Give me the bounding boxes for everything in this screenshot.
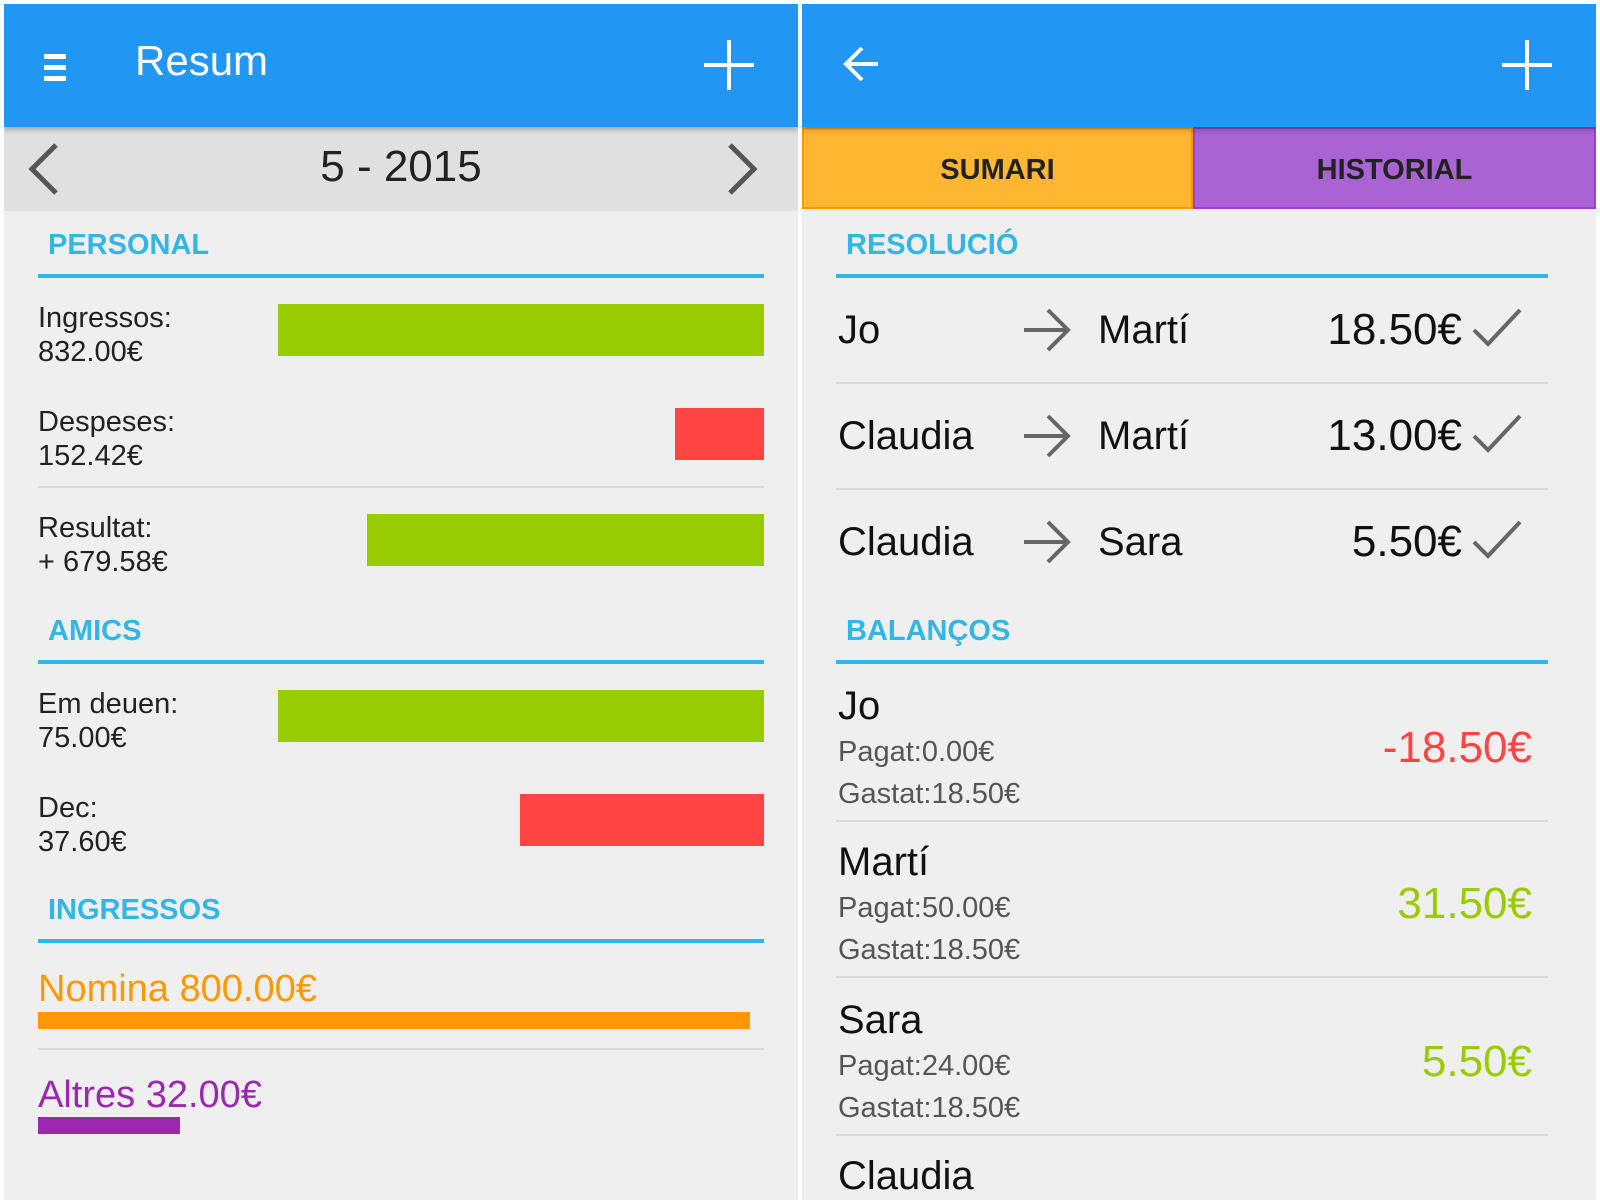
checkmark-icon[interactable] [1470, 412, 1524, 456]
row-divider [836, 820, 1548, 822]
section-title-personal: PERSONAL [48, 229, 210, 261]
row-divider [836, 1134, 1548, 1136]
expenses-bar [675, 408, 764, 460]
owed-to-me-bar [278, 690, 764, 742]
balance-amount: 31.50€ [1397, 879, 1532, 928]
app-bar [802, 4, 1596, 127]
income-value: 832.00€ [38, 336, 143, 368]
balance-spent: Gastat:18.50€ [838, 778, 1021, 810]
balance-spent: Gastat:18.50€ [838, 1092, 1021, 1124]
owed-to-me-value: 75.00€ [38, 722, 127, 754]
income-category-bar [38, 1012, 750, 1029]
income-label: Ingressos: [38, 302, 172, 334]
i-owe-value: 37.60€ [38, 826, 127, 858]
section-title-resolucio: RESOLUCIÓ [846, 229, 1019, 261]
settlement-to: Martí [1098, 414, 1190, 458]
month-label: 5 - 2015 [320, 142, 482, 191]
tab-historial[interactable]: HISTORIAL [1193, 127, 1596, 209]
hamburger-menu-icon[interactable] [44, 52, 68, 84]
balance-paid: Pagat:24.00€ [838, 1050, 1011, 1082]
section-divider [38, 939, 764, 943]
section-title-amics: AMICS [48, 615, 142, 647]
balance-person-name: Sara [838, 998, 923, 1042]
income-category-label: Altres 32.00€ [38, 1074, 262, 1116]
row-divider [836, 976, 1548, 978]
expenses-label: Despeses: [38, 406, 176, 438]
balance-paid: Pagat:0.00€ [838, 736, 995, 768]
settlement-row[interactable]: Claudia Sara 5.50€ [802, 490, 1596, 594]
income-bar [278, 304, 764, 356]
i-owe-label: Dec: [38, 792, 98, 824]
balance-spent: Gastat:18.50€ [838, 934, 1021, 966]
owed-to-me-label: Em deuen: [38, 688, 179, 720]
section-divider [38, 660, 764, 664]
plus-icon[interactable] [702, 38, 756, 92]
balance-person-name: Jo [838, 684, 881, 728]
row-divider [38, 1048, 764, 1050]
balance-person-name: Claudia [838, 1154, 974, 1198]
settlement-amount: 13.00€ [1327, 411, 1462, 460]
tab-bar: SUMARI HISTORIAL [802, 127, 1596, 209]
summary-screen: Resum 5 - 2015 PERSONAL Ingressos: 832.0… [4, 4, 798, 1200]
section-divider [836, 660, 1548, 664]
checkmark-icon[interactable] [1470, 306, 1524, 350]
tab-sumari[interactable]: SUMARI [802, 127, 1193, 209]
arrow-left-icon[interactable] [842, 44, 882, 84]
settlement-amount: 18.50€ [1327, 305, 1462, 354]
app-bar: Resum [4, 4, 798, 127]
settlement-from: Jo [838, 308, 881, 352]
settlement-row[interactable]: Jo Martí 18.50€ [802, 278, 1596, 382]
balance-amount: 5.50€ [1421, 1037, 1532, 1086]
arrow-right-icon [1024, 520, 1071, 564]
arrow-right-icon [1024, 308, 1071, 352]
chevron-right-icon[interactable] [724, 141, 760, 197]
result-value: + 679.58€ [38, 546, 168, 578]
section-title-ingressos: INGRESSOS [48, 894, 221, 926]
settlement-from: Claudia [838, 414, 974, 458]
row-divider [38, 486, 764, 488]
group-summary-screen: SUMARI HISTORIAL RESOLUCIÓ Jo Martí 18.5… [802, 4, 1596, 1200]
month-selector: 5 - 2015 [4, 127, 798, 211]
page-title: Resum [135, 37, 269, 84]
plus-icon[interactable] [1500, 38, 1554, 92]
income-category-bar [38, 1117, 180, 1134]
income-category-label: Nomina 800.00€ [38, 968, 317, 1010]
settlement-to: Sara [1098, 520, 1183, 564]
section-divider [38, 274, 764, 278]
result-label: Resultat: [38, 512, 153, 544]
checkmark-icon[interactable] [1470, 518, 1524, 562]
arrow-right-icon [1024, 414, 1071, 458]
balance-person-name: Martí [838, 840, 930, 884]
i-owe-bar [520, 794, 764, 846]
settlement-to: Martí [1098, 308, 1190, 352]
settlement-row[interactable]: Claudia Martí 13.00€ [802, 384, 1596, 488]
expenses-value: 152.42€ [38, 440, 143, 472]
settlement-from: Claudia [838, 520, 974, 564]
settlement-amount: 5.50€ [1351, 517, 1462, 566]
result-bar [367, 514, 764, 566]
section-title-balancos: BALANÇOS [846, 615, 1011, 647]
balance-amount: -18.50€ [1382, 723, 1532, 772]
balance-paid: Pagat:50.00€ [838, 892, 1011, 924]
